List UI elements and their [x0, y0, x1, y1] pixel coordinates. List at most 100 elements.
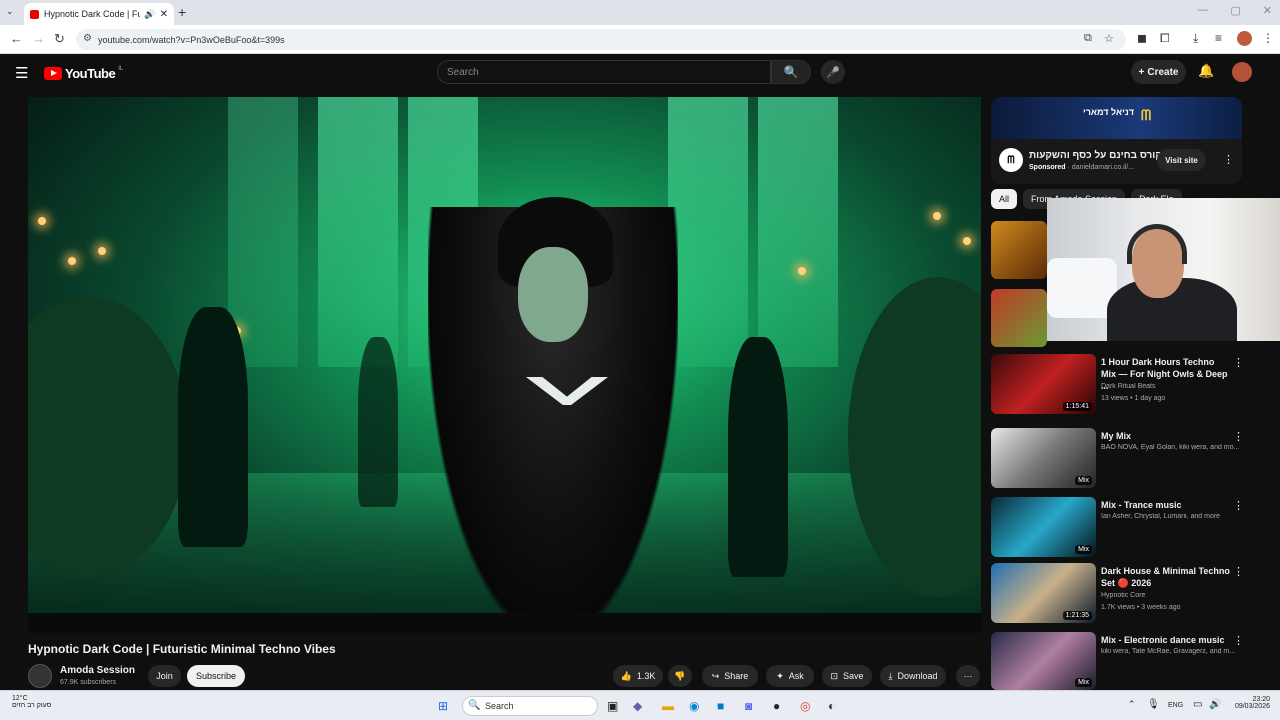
- visit-site-button[interactable]: Visit site: [1157, 149, 1206, 171]
- reload-icon[interactable]: ↻: [54, 31, 65, 47]
- rec-title[interactable]: Mix - Electronic dance music: [1101, 634, 1231, 646]
- file-explorer-icon[interactable]: ▬: [662, 699, 674, 713]
- list-item[interactable]: Mix My Mix BAO NOVA, Eyal Golan, kiki we…: [991, 428, 1251, 490]
- youtube-logo[interactable]: YouTube IL: [44, 66, 123, 81]
- thumbnail-hidden-1[interactable]: [991, 221, 1047, 279]
- dislike-button[interactable]: 👎: [668, 665, 692, 687]
- thumbnail-hidden-2[interactable]: [991, 289, 1047, 347]
- sponsored-ad[interactable]: דניאל דמארי ᗰ ᗰ קורס בחינם על כסף והשקעו…: [991, 97, 1242, 184]
- task-view-icon[interactable]: ▣: [607, 699, 618, 713]
- video-thumbnail[interactable]: 1:15:41: [991, 354, 1096, 414]
- ad-brand-logo-icon: ᗰ: [1141, 107, 1152, 123]
- media-icon[interactable]: ≡: [1215, 31, 1222, 45]
- extension-icon[interactable]: ◼: [1137, 31, 1147, 45]
- chrome-icon[interactable]: ◎: [800, 699, 810, 713]
- subscribe-button[interactable]: Subscribe: [187, 665, 245, 687]
- create-label: Create: [1147, 66, 1179, 78]
- chip-all[interactable]: All: [991, 189, 1018, 209]
- video-thumbnail[interactable]: 1:21:35: [991, 563, 1096, 623]
- mix-badge: Mix: [1075, 545, 1092, 554]
- rec-more-icon[interactable]: ⋮: [1233, 634, 1244, 647]
- rec-more-icon[interactable]: ⋮: [1233, 356, 1244, 369]
- profile-avatar[interactable]: [1237, 31, 1252, 46]
- tray-mic-icon[interactable]: 🎙: [1147, 699, 1160, 710]
- share-button[interactable]: ↪ Share: [702, 665, 758, 687]
- save-button[interactable]: ⊡ Save: [822, 665, 872, 687]
- rec-meta: 13 views • 1 day ago: [1101, 395, 1166, 402]
- video-player[interactable]: [28, 97, 981, 633]
- download-label: Download: [897, 671, 938, 681]
- rec-more-icon[interactable]: ⋮: [1233, 499, 1244, 512]
- video-thumbnail[interactable]: Mix: [991, 497, 1096, 557]
- extensions-puzzle-icon[interactable]: ⧠: [1160, 31, 1170, 46]
- store-icon[interactable]: ■: [717, 699, 724, 713]
- tab-search-chevron-icon[interactable]: ⌄: [6, 6, 14, 17]
- speaker-icon[interactable]: 🔊: [144, 9, 155, 20]
- browser-menu-icon[interactable]: ⋮: [1262, 31, 1274, 45]
- ad-domain: danieldamari.co.il/...: [1071, 164, 1135, 171]
- browser-tabbar: ⌄ Hypnotic Dark Code | Futur 🔊 ✕ + — ▢ ✕: [0, 0, 1280, 25]
- video-thumbnail[interactable]: Mix: [991, 428, 1096, 488]
- url-bar[interactable]: ⚙ youtube.com/watch?v=Pn3wOeBuFoo&t=399s…: [76, 29, 1126, 50]
- volume-icon[interactable]: 🔊: [1209, 699, 1221, 710]
- search-input[interactable]: Search: [437, 60, 771, 84]
- cast-icon[interactable]: ⧉: [1084, 32, 1092, 45]
- rec-title[interactable]: Mix - Trance music: [1101, 499, 1231, 511]
- more-horizontal-icon: ⋯: [963, 670, 973, 681]
- download-icon[interactable]: ⤓: [1193, 31, 1198, 46]
- voice-search-button[interactable]: 🎤: [821, 60, 845, 84]
- channel-row: Amoda Session 67.9K subscribers Join Sub…: [28, 662, 988, 690]
- rec-title[interactable]: My Mix: [1101, 430, 1231, 442]
- notifications-bell-icon[interactable]: 🔔: [1198, 63, 1214, 79]
- tray-overflow-icon[interactable]: ⌃: [1128, 699, 1136, 710]
- new-tab-icon[interactable]: +: [178, 4, 186, 20]
- rec-more-icon[interactable]: ⋮: [1233, 430, 1244, 443]
- rec-title[interactable]: Dark House & Minimal Techno Set 🔴 2026: [1101, 565, 1231, 589]
- ask-button[interactable]: ✦ Ask: [766, 665, 814, 687]
- list-item[interactable]: Mix Mix - Trance music Ian Asher, Chryst…: [991, 497, 1251, 559]
- list-item[interactable]: 1:21:35 Dark House & Minimal Techno Set …: [991, 563, 1251, 625]
- windows-start-icon[interactable]: ⊞: [438, 699, 448, 713]
- thumbs-up-icon: 👍: [620, 670, 632, 681]
- taskbar-search[interactable]: Search: [462, 696, 598, 716]
- join-button[interactable]: Join: [148, 665, 181, 687]
- ad-title[interactable]: קורס בחינם על כסף והשקעות: [1029, 150, 1162, 161]
- clock[interactable]: 23:20 09/03/2026: [1230, 696, 1270, 710]
- input-language[interactable]: ENG: [1168, 702, 1183, 709]
- ad-banner[interactable]: דניאל דמארי ᗰ: [991, 97, 1242, 139]
- windows-taskbar: 12°C סעוק רב הזים ⊞ Search 🔍 ▣ ◆ ▬ ◉ ■ ◙…: [0, 690, 1280, 720]
- back-icon[interactable]: ←: [10, 31, 23, 46]
- maximize-icon[interactable]: ▢: [1230, 4, 1240, 17]
- more-actions-button[interactable]: ⋯: [956, 665, 980, 687]
- teams-icon[interactable]: ◆: [633, 699, 642, 713]
- download-button[interactable]: ⤓ Download: [880, 665, 946, 687]
- forward-icon[interactable]: →: [32, 31, 45, 46]
- ad-banner-text: דניאל דמארי: [1083, 107, 1134, 117]
- bookmark-star-icon[interactable]: ☆: [1104, 32, 1114, 45]
- search-button[interactable]: 🔍: [771, 60, 811, 84]
- ad-more-icon[interactable]: ⋮: [1223, 153, 1234, 166]
- weather-widget[interactable]: 12°C סעוק רב הזים: [12, 695, 51, 709]
- steam-icon[interactable]: ●: [773, 699, 780, 713]
- edge-icon[interactable]: ◉: [689, 699, 699, 713]
- list-item[interactable]: Mix Mix - Electronic dance music kiki we…: [991, 632, 1251, 694]
- list-item[interactable]: 1:15:41 1 Hour Dark Hours Techno Mix — F…: [991, 354, 1251, 416]
- channel-avatar[interactable]: [28, 664, 52, 688]
- discord-icon[interactable]: ◙: [745, 699, 752, 713]
- hamburger-menu-icon[interactable]: ☰: [15, 64, 28, 82]
- channel-name[interactable]: Amoda Session: [60, 665, 135, 676]
- site-info-icon[interactable]: ⚙: [83, 33, 92, 44]
- browser-tab[interactable]: Hypnotic Dark Code | Futur 🔊 ✕: [24, 3, 174, 25]
- network-icon[interactable]: ▭: [1193, 699, 1202, 710]
- account-avatar[interactable]: [1232, 62, 1252, 82]
- close-tab-icon[interactable]: ✕: [160, 9, 168, 20]
- weather-temp: 12°C: [12, 695, 28, 702]
- app-icon[interactable]: ◐: [828, 699, 835, 713]
- create-button[interactable]: + Create: [1131, 60, 1186, 84]
- video-thumbnail[interactable]: Mix: [991, 632, 1096, 690]
- close-window-icon[interactable]: ✕: [1263, 4, 1272, 17]
- like-button[interactable]: 👍 1.3K: [613, 665, 663, 687]
- youtube-play-icon: [44, 67, 62, 80]
- minimize-icon[interactable]: —: [1197, 4, 1208, 17]
- rec-more-icon[interactable]: ⋮: [1233, 565, 1244, 578]
